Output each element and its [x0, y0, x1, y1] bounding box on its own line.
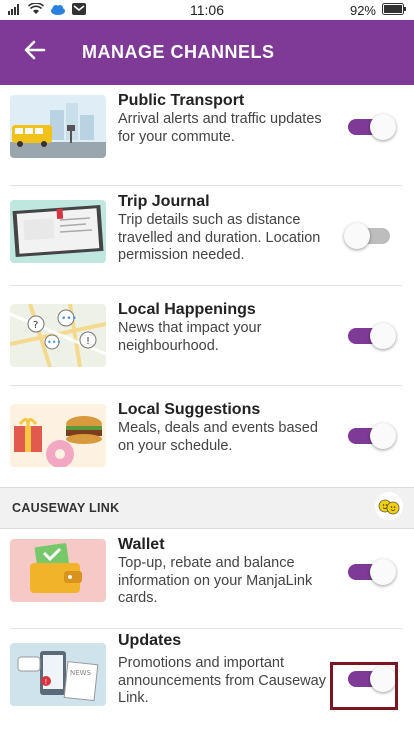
channel-title: Local Suggestions: [118, 401, 261, 418]
channel-row-trip-journal: Trip Journal Trip details such as distan…: [10, 186, 402, 286]
svg-text:•••: •••: [61, 314, 77, 324]
svg-text:!: !: [86, 336, 90, 347]
toggle-knob: [370, 323, 396, 349]
channel-title: Local Happenings: [118, 301, 256, 318]
svg-text:NEWS: NEWS: [70, 669, 92, 677]
channel-title: Trip Journal: [118, 193, 210, 210]
back-button[interactable]: [20, 38, 50, 68]
channel-description: News that impact your neighbourhood.: [118, 320, 262, 354]
highlight-box: [330, 662, 398, 710]
page-title: MANAGE CHANNELS: [82, 42, 275, 62]
channel-description: Top-up, rebate and balance information o…: [118, 555, 313, 606]
trip-journal-toggle[interactable]: [344, 223, 390, 249]
public-transport-toggle[interactable]: [348, 114, 396, 140]
channel-description: Arrival alerts and traffic updates for y…: [118, 111, 322, 145]
status-icons-left: [8, 1, 86, 18]
local-happenings-illustration: ? ••• ! •••: [10, 304, 106, 367]
toggle-knob: [370, 114, 396, 140]
public-transport-illustration: [10, 95, 106, 158]
mail-icon: [72, 2, 86, 18]
svg-text:!: !: [45, 678, 48, 686]
arrow-left-icon: [24, 39, 46, 66]
wallet-illustration: [10, 539, 106, 602]
battery-percent: 92%: [349, 2, 376, 18]
channel-description: Promotions and important announcements f…: [118, 655, 326, 706]
status-time: 11:06: [190, 2, 224, 18]
channel-title: Wallet: [118, 536, 165, 553]
battery-icon: [382, 2, 406, 18]
section-title: CAUSEWAY LINK: [12, 501, 120, 515]
updates-illustration: NEWS !: [10, 643, 106, 706]
channel-row-local-happenings: ? ••• ! ••• Local Happenings News that i…: [10, 286, 402, 386]
wifi-icon: [27, 1, 45, 18]
status-bar: 11:06 92%: [0, 0, 414, 20]
section-header-causeway-link: CAUSEWAY LINK: [0, 487, 414, 529]
toggle-knob: [370, 559, 396, 585]
toggle-knob: [370, 423, 396, 449]
app-bar: MANAGE CHANNELS: [0, 20, 414, 85]
svg-text:•••: •••: [47, 338, 61, 347]
trip-journal-illustration: [10, 200, 106, 263]
cloud-icon: [50, 3, 66, 18]
toggle-knob: [344, 223, 370, 249]
signal-icon: [8, 3, 22, 18]
svg-text:?: ?: [33, 320, 38, 331]
channel-row-local-suggestions: Local Suggestions Meals, deals and event…: [10, 386, 402, 487]
channel-title: Updates: [118, 632, 182, 649]
local-happenings-toggle[interactable]: [348, 323, 396, 349]
status-icons-right: 92%: [349, 2, 406, 18]
local-suggestions-illustration: [10, 404, 106, 467]
channel-list: Public Transport Arrival alerts and traf…: [0, 85, 414, 729]
channel-row-wallet: Wallet Top-up, rebate and balance inform…: [10, 529, 402, 629]
channel-description: Meals, deals and events based on your sc…: [118, 420, 318, 454]
channel-title: Public Transport: [118, 92, 245, 109]
channel-row-public-transport: Public Transport Arrival alerts and traf…: [10, 85, 402, 186]
channel-description: Trip details such as distance travelled …: [118, 212, 321, 263]
smiley-faces-icon: [374, 491, 404, 526]
wallet-toggle[interactable]: [348, 559, 396, 585]
local-suggestions-toggle[interactable]: [348, 423, 396, 449]
